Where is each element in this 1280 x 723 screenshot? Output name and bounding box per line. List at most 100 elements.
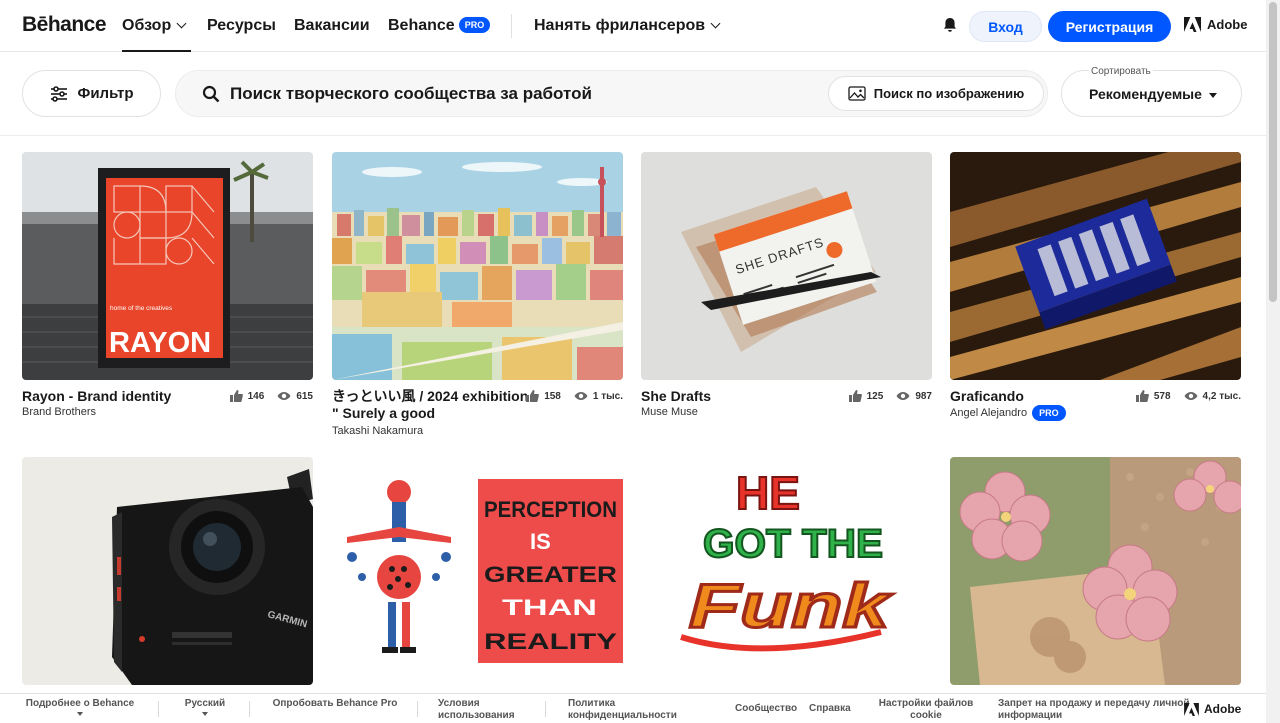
project-title[interactable]: She Drafts <box>641 388 841 405</box>
thumbs-up-icon <box>848 390 862 402</box>
footer: Подробнее о Behance Русский Опробовать B… <box>0 693 1266 723</box>
svg-text:REALITY: REALITY <box>484 629 617 654</box>
sort-label: Сортировать <box>1089 66 1153 77</box>
footer-terms[interactable]: Условия использования <box>438 698 520 722</box>
footer-cookie-settings[interactable]: Настройки файлов cookie <box>873 698 979 722</box>
project-owner[interactable]: Muse Muse <box>641 406 698 418</box>
adobe-logo-icon <box>1184 702 1199 716</box>
svg-text:PERCEPTION: PERCEPTION <box>484 497 617 522</box>
city-illustration-image <box>332 152 623 380</box>
caret-down-icon <box>77 712 83 716</box>
wagashi-image <box>950 457 1241 685</box>
footer-try-pro[interactable]: Опробовать Behance Pro <box>272 698 398 710</box>
footer-language[interactable]: Русский <box>180 698 230 716</box>
login-button[interactable]: Вход <box>969 11 1042 42</box>
footer-divider <box>249 701 250 717</box>
filter-button[interactable]: Фильтр <box>22 70 161 117</box>
footer-privacy[interactable]: Политика конфиденциальности <box>568 698 688 722</box>
views-count: 4,2 тыс. <box>1202 390 1241 402</box>
perception-poster-image: PERCEPTION IS GREATER THAN REALITY <box>332 457 623 685</box>
graficando-image <box>950 152 1241 380</box>
owner-name: Angel Alejandro <box>950 407 1028 419</box>
adobe-label: Adobe <box>1207 17 1248 32</box>
footer-about-behance[interactable]: Подробнее о Behance <box>24 698 136 716</box>
thumbs-up-icon <box>229 390 243 402</box>
svg-text:IS: IS <box>530 529 551 554</box>
caret-down-icon <box>1209 93 1217 98</box>
project-thumbnail[interactable]: PERCEPTION IS GREATER THAN REALITY <box>332 457 623 685</box>
likes-count: 125 <box>866 390 884 402</box>
adobe-logo-icon <box>1184 17 1201 32</box>
signup-button[interactable]: Регистрация <box>1048 11 1171 42</box>
nav-divider <box>511 14 512 38</box>
search-input[interactable] <box>230 81 790 107</box>
chevron-down-icon <box>176 18 187 29</box>
project-title[interactable]: Graficando <box>950 388 1150 405</box>
project-owner[interactable]: Takashi Nakamura <box>332 425 423 437</box>
footer-help[interactable]: Справка <box>809 703 851 715</box>
behance-logo[interactable]: Bēhance <box>22 13 107 37</box>
project-thumbnail[interactable]: GARMIN <box>22 457 313 685</box>
eye-icon <box>1184 392 1198 400</box>
svg-text:THAN: THAN <box>502 595 597 620</box>
project-title[interactable]: Rayon - Brand identity <box>22 388 222 405</box>
poster-word: RAYON <box>109 327 211 359</box>
likes-count: 146 <box>247 390 265 402</box>
dashcam-image: GARMIN <box>22 457 313 685</box>
footer-adobe-label: Adobe <box>1204 702 1242 716</box>
project-thumbnail[interactable]: SHE DRAFTS <box>641 152 932 380</box>
nav-assets[interactable]: Ресурсы <box>207 17 276 35</box>
sort-value: Рекомендуемые <box>1089 86 1202 102</box>
nav-jobs[interactable]: Вакансии <box>294 17 370 35</box>
footer-divider <box>417 701 418 717</box>
project-thumbnail[interactable] <box>332 152 623 380</box>
chevron-down-icon <box>710 18 721 29</box>
footer-adobe-link[interactable]: Adobe <box>1184 702 1241 716</box>
footer-community[interactable]: Сообщество <box>735 703 797 715</box>
scrollbar-thumb[interactable] <box>1269 2 1277 302</box>
views-count: 615 <box>296 390 313 402</box>
she-drafts-image: SHE DRAFTS <box>641 152 932 380</box>
filter-label: Фильтр <box>77 85 134 102</box>
sort-dropdown[interactable]: Сортировать Рекомендуемые <box>1061 66 1242 117</box>
adobe-link[interactable]: Adobe <box>1184 17 1247 32</box>
likes-count: 578 <box>1153 390 1171 402</box>
nav-explore-label: Обзор <box>122 17 172 34</box>
svg-text:HE: HE <box>736 467 800 519</box>
nav-behance-pro-label: Behance <box>388 17 455 34</box>
thumbs-up-icon <box>1135 390 1149 402</box>
svg-text:GOT THE: GOT THE <box>703 522 883 566</box>
bell-icon[interactable] <box>941 16 959 34</box>
eye-icon <box>896 392 910 400</box>
eye-icon <box>574 392 588 400</box>
perception-text: PERCEPTION IS GREATER THAN REALITY <box>484 497 617 654</box>
thumbs-up-icon <box>526 390 540 402</box>
project-thumbnail[interactable] <box>950 152 1241 380</box>
svg-text:GREATER: GREATER <box>484 562 617 587</box>
project-thumbnail[interactable]: HE GOT THE Funk <box>641 457 932 685</box>
nav-behance-pro[interactable]: Behance PRO <box>388 16 491 35</box>
rayon-poster-image: home of the creatives RAYON <box>22 152 313 380</box>
page-scrollbar[interactable] <box>1266 0 1280 723</box>
owner-pro-badge: PRO <box>1032 405 1066 421</box>
svg-text:Funk: Funk <box>689 572 894 641</box>
image-search-button[interactable]: Поиск по изображению <box>828 76 1044 111</box>
nav-hire-freelancers[interactable]: Нанять фрилансеров <box>534 17 721 35</box>
footer-language-label: Русский <box>184 698 226 709</box>
footer-about-label: Подробнее о Behance <box>25 698 135 709</box>
project-title[interactable]: きっといい風 / 2024 exhibition " Surely a good <box>332 388 532 422</box>
project-thumbnail[interactable] <box>950 457 1241 685</box>
sliders-icon <box>50 85 67 102</box>
image-icon <box>848 86 866 101</box>
project-owner[interactable]: Brand Brothers <box>22 406 96 418</box>
footer-do-not-sell[interactable]: Запрет на продажу и передачу личной инфо… <box>998 698 1198 722</box>
views-count: 1 тыс. <box>592 390 623 402</box>
footer-divider <box>545 701 546 717</box>
project-thumbnail[interactable]: home of the creatives RAYON <box>22 152 313 380</box>
project-owner[interactable]: Angel Alejandro PRO <box>950 405 1066 421</box>
poster-small-text: home of the creatives <box>110 305 173 312</box>
nav-hire-label: Нанять фрилансеров <box>534 17 706 34</box>
caret-down-icon <box>202 712 208 716</box>
search-filter-bar: Фильтр Поиск по изображению Сортировать … <box>0 52 1266 136</box>
nav-explore[interactable]: Обзор <box>122 17 192 52</box>
